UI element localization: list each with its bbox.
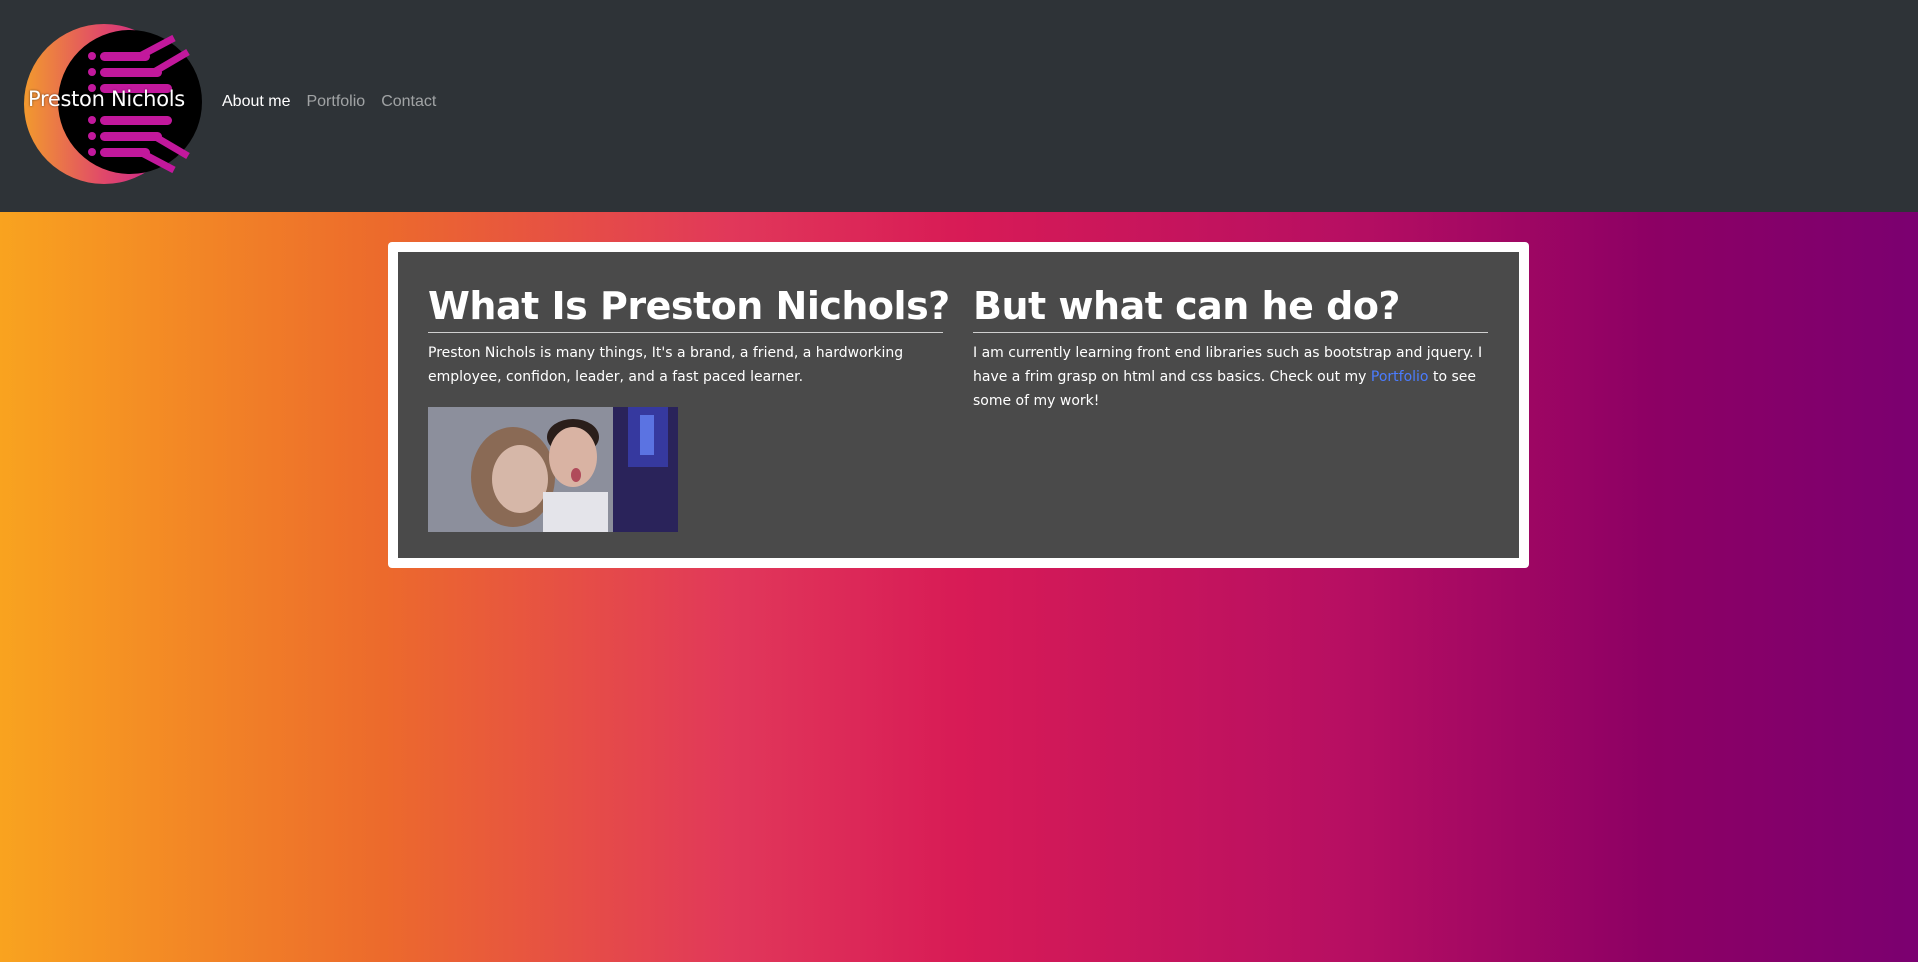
skills-text: I am currently learning front end librar… bbox=[973, 341, 1488, 413]
about-text: Preston Nichols is many things, It's a b… bbox=[428, 345, 904, 385]
about-column: What Is Preston Nichols? Preston Nichols… bbox=[428, 284, 950, 532]
nav-link-about[interactable]: About me bbox=[222, 93, 290, 111]
skills-column: But what can he do? I am currently learn… bbox=[973, 284, 1488, 413]
logo-text: Preston Nichols bbox=[28, 87, 185, 111]
nav-link-portfolio[interactable]: Portfolio bbox=[306, 93, 365, 111]
content-card: What Is Preston Nichols? Preston Nichols… bbox=[388, 242, 1529, 568]
content-card-body: What Is Preston Nichols? Preston Nichols… bbox=[398, 252, 1519, 558]
profile-photo bbox=[428, 407, 678, 532]
nav-links: About me Portfolio Contact bbox=[222, 93, 436, 111]
brand-logo[interactable]: Preston Nichols bbox=[22, 24, 204, 184]
photo-image bbox=[428, 407, 678, 532]
skills-heading: But what can he do? bbox=[973, 284, 1488, 333]
about-heading: What Is Preston Nichols? bbox=[428, 284, 950, 333]
nav-link-contact[interactable]: Contact bbox=[381, 93, 436, 111]
navbar: Preston Nichols About me Portfolio Conta… bbox=[0, 0, 1918, 212]
portfolio-link[interactable]: Portfolio bbox=[1371, 369, 1429, 385]
